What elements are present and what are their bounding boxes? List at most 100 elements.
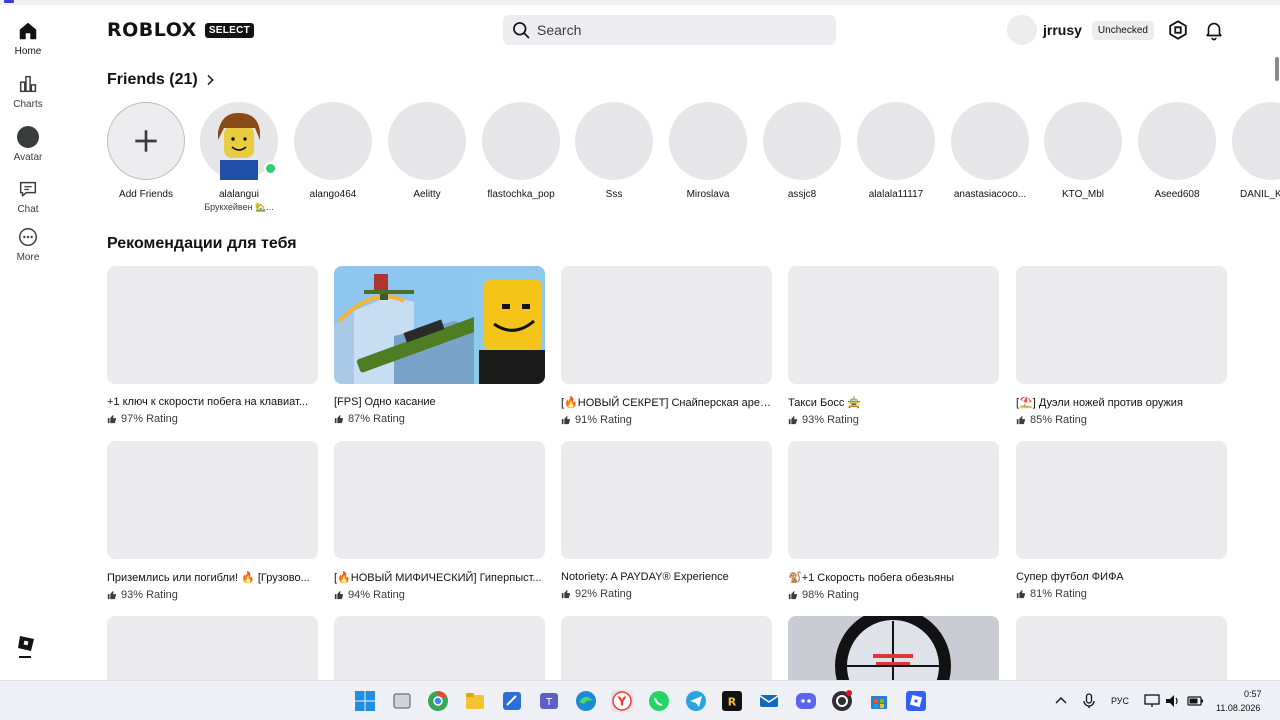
friend-tile[interactable]: KTO_Mbl	[1036, 102, 1130, 200]
friend-name: Miroslava	[686, 189, 730, 200]
scope-game-thumbnail-image	[788, 616, 999, 680]
obs-icon[interactable]	[831, 690, 853, 712]
sidebar-item-avatar[interactable]: Avatar	[0, 126, 56, 174]
friend-tile[interactable]: alango464	[286, 102, 380, 200]
chevron-up-icon[interactable]	[1053, 693, 1069, 709]
thumbs-up-icon	[561, 590, 570, 599]
microphone-icon[interactable]	[1080, 692, 1098, 710]
roblox-logo-icon[interactable]	[18, 633, 36, 663]
sidebar-item-charts[interactable]: Charts	[0, 73, 56, 121]
friends-header-link[interactable]: Friends (21)	[107, 71, 218, 89]
game-thumbnail	[561, 441, 772, 559]
friend-tile[interactable]: Sss	[567, 102, 661, 200]
app-icon[interactable]	[501, 690, 523, 712]
file-explorer-icon[interactable]	[464, 690, 486, 712]
thumbs-up-icon	[1016, 416, 1025, 425]
rating-text: 93% Rating	[802, 414, 859, 426]
more-icon	[19, 228, 37, 246]
game-rating: 93% Rating	[107, 589, 318, 601]
plus-icon	[135, 130, 157, 152]
game-rating: 87% Rating	[334, 413, 545, 425]
add-friends-button[interactable]: Add Friends	[107, 102, 193, 200]
sidebar-item-label: Chat	[17, 204, 39, 215]
friend-name: anastasiacoco...	[953, 189, 1027, 200]
roblox-app-icon[interactable]	[905, 690, 927, 712]
search-bar[interactable]	[503, 15, 836, 45]
teams-icon[interactable]: T	[538, 690, 560, 712]
friend-avatar	[1232, 102, 1280, 180]
search-input[interactable]	[537, 22, 807, 38]
game-card[interactable]: Супер футбол ФИФА 81% Rating	[1016, 441, 1227, 600]
scrollbar-thumb[interactable]	[1275, 57, 1279, 81]
whatsapp-icon[interactable]	[648, 690, 670, 712]
friend-name: alalangui	[218, 189, 260, 200]
friend-tile[interactable]: Miroslava	[661, 102, 755, 200]
robux-icon[interactable]	[1167, 19, 1189, 41]
friend-tile[interactable]: flastochka_pop	[474, 102, 568, 200]
avatar[interactable]	[1007, 15, 1037, 45]
game-thumbnail	[1016, 441, 1227, 559]
discord-icon[interactable]	[795, 690, 817, 712]
game-card[interactable]	[107, 616, 318, 680]
game-card[interactable]: [🔥НОВЫЙ МИФИЧЕСКИЙ] Гиперпыст... 94% Rat…	[334, 441, 545, 601]
game-card[interactable]: 🐒+1 Скорость побега обезьяны 98% Rating	[788, 441, 999, 601]
friend-tile[interactable]: alalangui Брукхейвен 🏡...	[192, 102, 286, 213]
rating-text: 93% Rating	[121, 589, 178, 601]
clock-date[interactable]: 11.08.2026	[1216, 703, 1260, 713]
user-menu[interactable]: jrrusy Unchecked	[1007, 14, 1154, 46]
windows-start-icon[interactable]	[354, 690, 376, 712]
rating-text: 97% Rating	[121, 413, 178, 425]
game-card[interactable]	[561, 616, 772, 680]
game-thumbnail	[334, 441, 545, 559]
add-friends-label: Add Friends	[119, 189, 173, 200]
friend-tile[interactable]: anastasiacoco...	[943, 102, 1037, 200]
friend-tile[interactable]: alalala11117	[849, 102, 943, 200]
chrome-icon[interactable]	[427, 690, 449, 712]
game-card[interactable]	[1016, 616, 1227, 680]
telegram-icon[interactable]	[685, 690, 707, 712]
game-card[interactable]: Notoriety: A PAYDAY® Experience 92% Rati…	[561, 441, 772, 600]
battery-icon[interactable]	[1186, 692, 1204, 710]
game-card[interactable]	[788, 616, 999, 680]
game-card[interactable]: +1 ключ к скорости побега на клавиат... …	[107, 266, 318, 425]
sidebar-item-more[interactable]: More	[0, 226, 56, 274]
mail-icon[interactable]	[758, 690, 780, 712]
roblox-home-page: Home Charts Avatar Chat More RΟBLOX SELE…	[0, 0, 1280, 680]
network-icon[interactable]	[1143, 692, 1161, 710]
friend-tile[interactable]: DANIL_K	[1224, 102, 1280, 200]
add-friends-circle	[107, 102, 185, 180]
thumbs-up-icon	[107, 591, 116, 600]
friend-avatar	[669, 102, 747, 180]
app-r-icon[interactable]: R	[721, 690, 743, 712]
game-card[interactable]: [🔥НОВЫЙ СЕКРЕТ] Снайперская арена 91% Ra…	[561, 266, 772, 426]
friend-tile[interactable]: Aseed608	[1130, 102, 1224, 200]
game-rating: 97% Rating	[107, 413, 318, 425]
game-card[interactable]: [FPS] Одно касание 87% Rating	[334, 266, 545, 425]
thumbs-up-icon	[788, 416, 797, 425]
yandex-browser-icon[interactable]: Y	[611, 690, 633, 712]
sidebar-item-chat[interactable]: Chat	[0, 178, 56, 226]
game-card[interactable]: Приземлись или погибли! 🔥 [Грузово... 93…	[107, 441, 318, 601]
friend-tile[interactable]: assjc8	[755, 102, 849, 200]
task-view-icon[interactable]	[391, 690, 413, 712]
keyboard-language[interactable]: РУС	[1111, 696, 1129, 706]
microsoft-store-icon[interactable]	[868, 690, 890, 712]
friend-name: Aelitty	[413, 189, 441, 200]
thumbs-up-icon	[107, 415, 116, 424]
friend-avatar	[482, 102, 560, 180]
thumbs-up-icon	[1016, 590, 1025, 599]
username[interactable]: jrrusy	[1043, 22, 1082, 38]
clock-time[interactable]: 0:57	[1244, 689, 1262, 699]
roblox-logo[interactable]: RΟBLOX SELECT	[107, 19, 255, 41]
game-card[interactable]: [⛱️] Дуэли ножей против оружия 85% Ratin…	[1016, 266, 1227, 426]
edge-icon[interactable]	[575, 690, 597, 712]
game-card[interactable]: Такси Босс 🚖 93% Rating	[788, 266, 999, 426]
status-badge[interactable]: Unchecked	[1091, 20, 1154, 40]
sidebar-item-home[interactable]: Home	[0, 20, 56, 68]
friend-tile[interactable]: Aelitty	[380, 102, 474, 200]
game-card[interactable]	[334, 616, 545, 680]
bell-icon[interactable]	[1203, 19, 1225, 41]
volume-icon[interactable]	[1164, 692, 1182, 710]
game-thumbnail	[561, 616, 772, 680]
game-thumbnail	[788, 441, 999, 559]
